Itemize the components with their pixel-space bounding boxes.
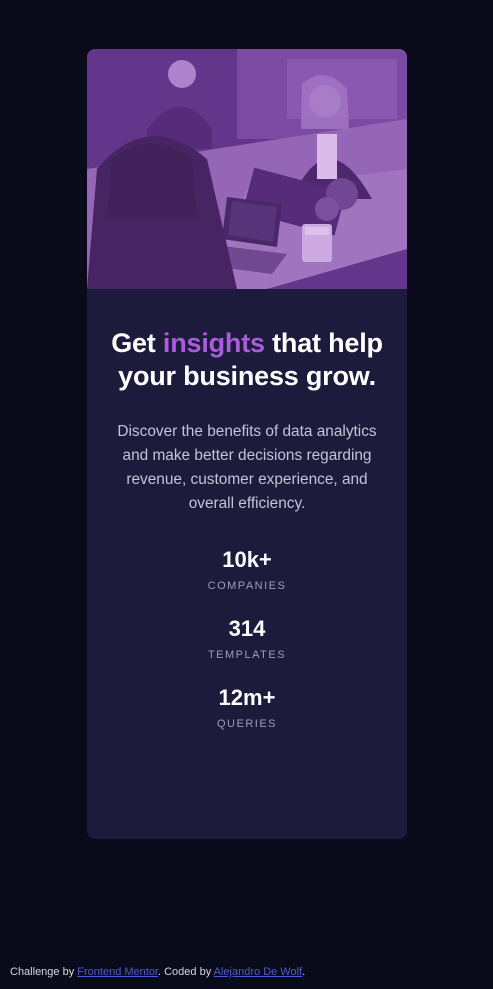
office-photo — [87, 49, 407, 289]
stats-card: Get insights that help your business gro… — [87, 49, 407, 839]
stat-value: 10k+ — [222, 547, 272, 572]
hero-image — [87, 49, 407, 289]
attribution-middle: . Coded by — [158, 966, 214, 978]
author-link[interactable]: Alejandro De Wolf — [214, 966, 302, 978]
stat-label: TEMPLATES — [207, 649, 287, 661]
frontend-mentor-link[interactable]: Frontend Mentor — [77, 966, 158, 978]
attribution: Challenge by Frontend Mentor. Coded by A… — [10, 966, 305, 978]
stat-label: COMPANIES — [207, 580, 287, 592]
stats-list: 10k+ COMPANIES 314 TEMPLATES 12m+ QUERIE… — [87, 546, 407, 732]
stat-label: QUERIES — [216, 718, 277, 730]
card-content: Get insights that help your business gro… — [87, 289, 407, 753]
title-accent: insights — [162, 328, 265, 358]
card-description: Discover the benefits of data analytics … — [117, 423, 377, 512]
attribution-suffix: . — [302, 966, 306, 978]
stat-value: 12m+ — [218, 685, 276, 710]
attribution-prefix: Challenge by — [10, 966, 78, 978]
stat-companies: 10k+ COMPANIES — [87, 546, 407, 594]
title-prefix: Get — [111, 328, 163, 358]
stat-templates: 314 TEMPLATES — [87, 615, 407, 663]
stat-value: 314 — [228, 616, 266, 641]
stat-queries: 12m+ QUERIES — [87, 684, 407, 732]
card-title: Get insights that help your business gro… — [107, 327, 387, 393]
